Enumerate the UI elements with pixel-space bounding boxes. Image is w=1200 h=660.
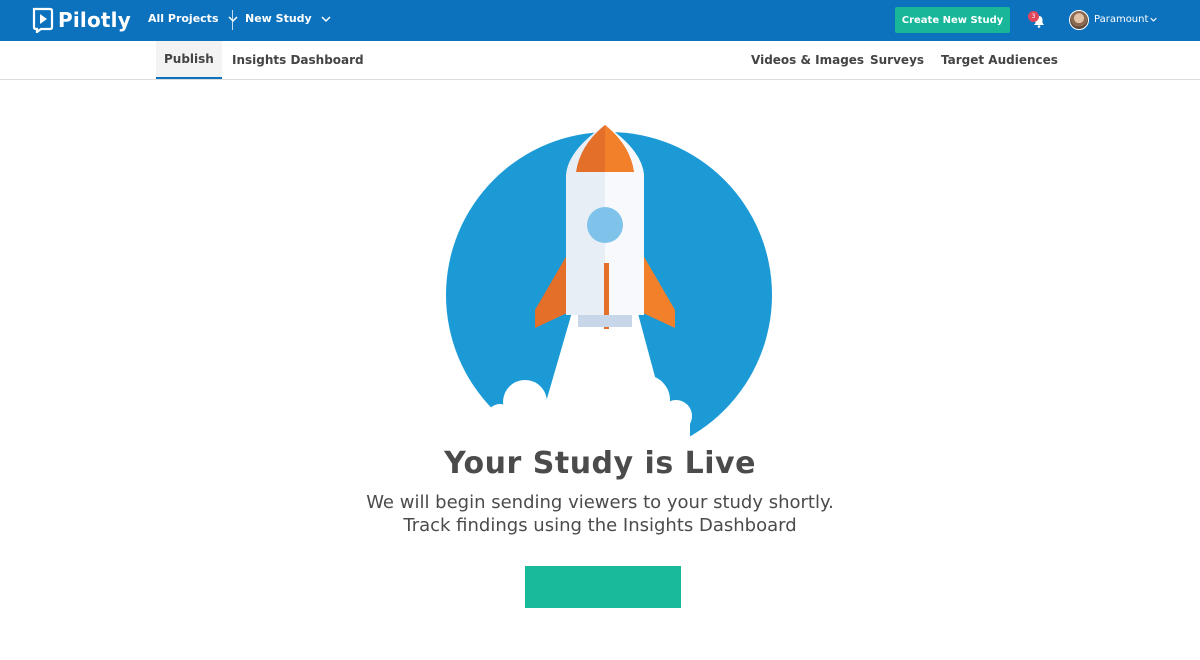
notifications-button[interactable]: 3 — [1028, 11, 1048, 29]
pilotly-logo[interactable]: Pilotly — [32, 7, 131, 33]
page-title: Your Study is Live — [444, 446, 756, 481]
top-navigation-bar: Pilotly All Projects New Study Create Ne… — [0, 0, 1200, 41]
user-name-label: Paramount — [1094, 14, 1149, 25]
play-logo-icon — [32, 7, 54, 33]
tab-insights-dashboard[interactable]: Insights Dashboard — [232, 41, 364, 79]
all-projects-dropdown[interactable]: All Projects — [148, 12, 238, 25]
chevron-down-icon — [321, 15, 331, 22]
tab-surveys[interactable]: Surveys — [870, 41, 924, 79]
page-subtitle: We will begin sending viewers to your st… — [0, 491, 1200, 537]
tab-publish[interactable]: Publish — [156, 41, 222, 79]
notification-badge: 3 — [1028, 11, 1039, 22]
create-new-study-button[interactable]: Create New Study — [895, 7, 1010, 33]
nav-divider — [232, 10, 233, 30]
new-study-dropdown[interactable]: New Study — [245, 12, 331, 25]
tab-videos-images[interactable]: Videos & Images — [751, 41, 864, 79]
rocket-nozzle — [578, 315, 632, 327]
chevron-down-icon — [1150, 17, 1158, 22]
app-name: Pilotly — [58, 8, 131, 32]
study-tabs-bar: Publish Insights Dashboard Videos & Imag… — [0, 41, 1200, 80]
user-avatar[interactable] — [1069, 10, 1089, 30]
subtitle-line-2: Track findings using the Insights Dashbo… — [403, 515, 797, 536]
user-menu[interactable]: Paramount — [1094, 14, 1158, 25]
go-to-insights-button[interactable] — [525, 566, 681, 608]
subtitle-line-1: We will begin sending viewers to your st… — [366, 492, 834, 513]
rocket-window — [587, 207, 623, 243]
clouds — [480, 375, 692, 440]
tab-target-audiences[interactable]: Target Audiences — [941, 41, 1058, 79]
new-study-label: New Study — [245, 12, 312, 25]
all-projects-label: All Projects — [148, 12, 219, 25]
rocket-launch-illustration — [446, 125, 772, 440]
